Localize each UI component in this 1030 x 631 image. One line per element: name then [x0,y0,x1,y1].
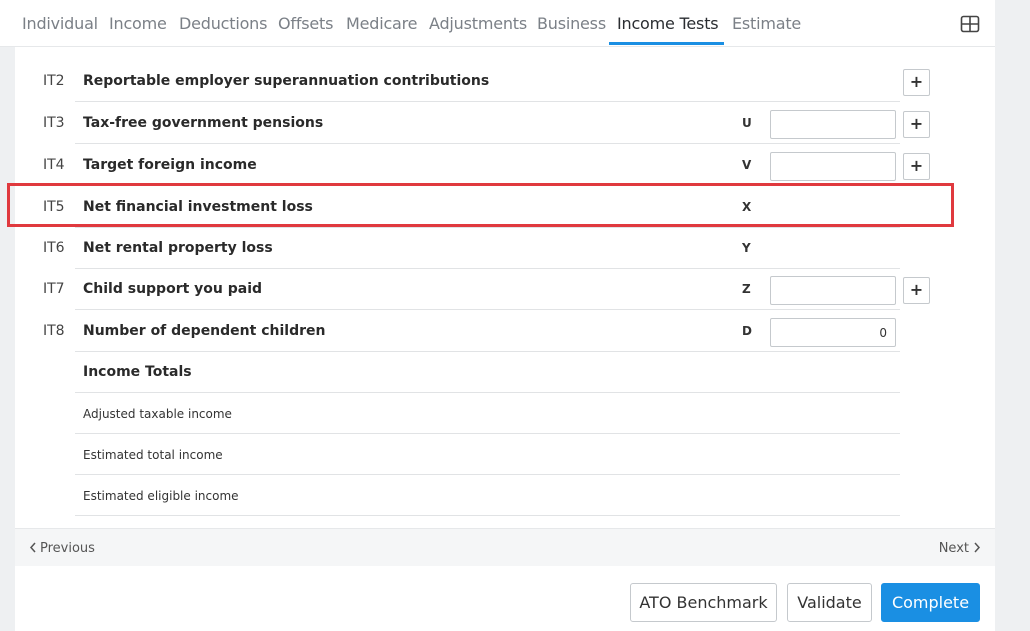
totals-row: Estimated total income [15,434,995,475]
tab-adjustments[interactable]: Adjustments [429,14,527,33]
row-it7: IT7 Child support you paid Z + [15,269,995,310]
target-foreign-income-input[interactable] [770,152,896,181]
tab-estimate[interactable]: Estimate [732,14,801,33]
field-letter: Z [742,282,751,296]
row-code: IT6 [43,240,65,256]
next-link[interactable]: Next [939,541,981,556]
field-letter: D [742,324,752,338]
totals-row: Adjusted taxable income [15,393,995,434]
tab-business[interactable]: Business [537,14,606,33]
pagination-bar: Previous Next [15,528,995,566]
row-it2: IT2 Reportable employer superannuation c… [15,61,995,102]
field-letter: U [742,116,752,130]
chevron-left-icon [29,542,36,553]
dependent-children-input[interactable] [770,318,896,347]
estimated-eligible-income-label: Estimated eligible income [83,489,239,503]
row-divider [75,101,900,102]
active-tab-indicator [609,42,724,45]
validate-button[interactable]: Validate [787,583,872,622]
field-letter: V [742,158,752,172]
row-label: Net rental property loss [83,240,273,256]
previous-label: Previous [40,541,95,556]
income-totals-heading-row: Income Totals [15,352,995,393]
next-label: Next [938,541,969,556]
highlight-box [7,183,954,227]
row-code: IT3 [43,115,65,131]
add-button[interactable]: + [903,69,930,96]
tab-income[interactable]: Income [109,14,167,33]
row-it8: IT8 Number of dependent children D [15,311,995,352]
estimated-total-income-label: Estimated total income [83,448,223,462]
complete-button[interactable]: Complete [881,583,980,622]
row-it3: IT3 Tax-free government pensions U + [15,103,995,144]
add-button[interactable]: + [903,153,930,180]
grid-layout-icon[interactable] [960,15,980,33]
row-divider [75,309,900,310]
row-divider [75,515,900,516]
row-it4: IT4 Target foreign income V + [15,145,995,186]
tab-individual[interactable]: Individual [22,14,98,33]
tax-free-pensions-input[interactable] [770,110,896,139]
field-letter: Y [742,241,751,255]
tab-income-tests[interactable]: Income Tests [617,14,719,33]
previous-link[interactable]: Previous [29,541,95,556]
row-divider [75,143,900,144]
row-label: Target foreign income [83,157,257,173]
tab-offsets[interactable]: Offsets [278,14,333,33]
tab-medicare[interactable]: Medicare [346,14,418,33]
income-totals-heading: Income Totals [83,364,192,380]
totals-row: Estimated eligible income [15,475,995,516]
child-support-input[interactable] [770,276,896,305]
row-label: Tax-free government pensions [83,115,324,131]
row-code: IT8 [43,323,65,339]
chevron-right-icon [974,542,981,553]
row-code: IT2 [43,73,65,89]
row-it6: IT6 Net rental property loss Y [15,228,995,269]
add-button[interactable]: + [903,277,930,304]
row-code: IT7 [43,281,65,297]
row-label: Number of dependent children [83,323,326,339]
section-tabs: Individual Income Deductions Offsets Med… [0,0,995,47]
row-label: Child support you paid [83,281,263,297]
tab-deductions[interactable]: Deductions [179,14,267,33]
adjusted-taxable-income-label: Adjusted taxable income [83,407,232,421]
ato-benchmark-button[interactable]: ATO Benchmark [630,583,777,622]
row-label: Reportable employer superannuation contr… [83,73,490,89]
add-button[interactable]: + [903,111,930,138]
row-code: IT4 [43,157,65,173]
